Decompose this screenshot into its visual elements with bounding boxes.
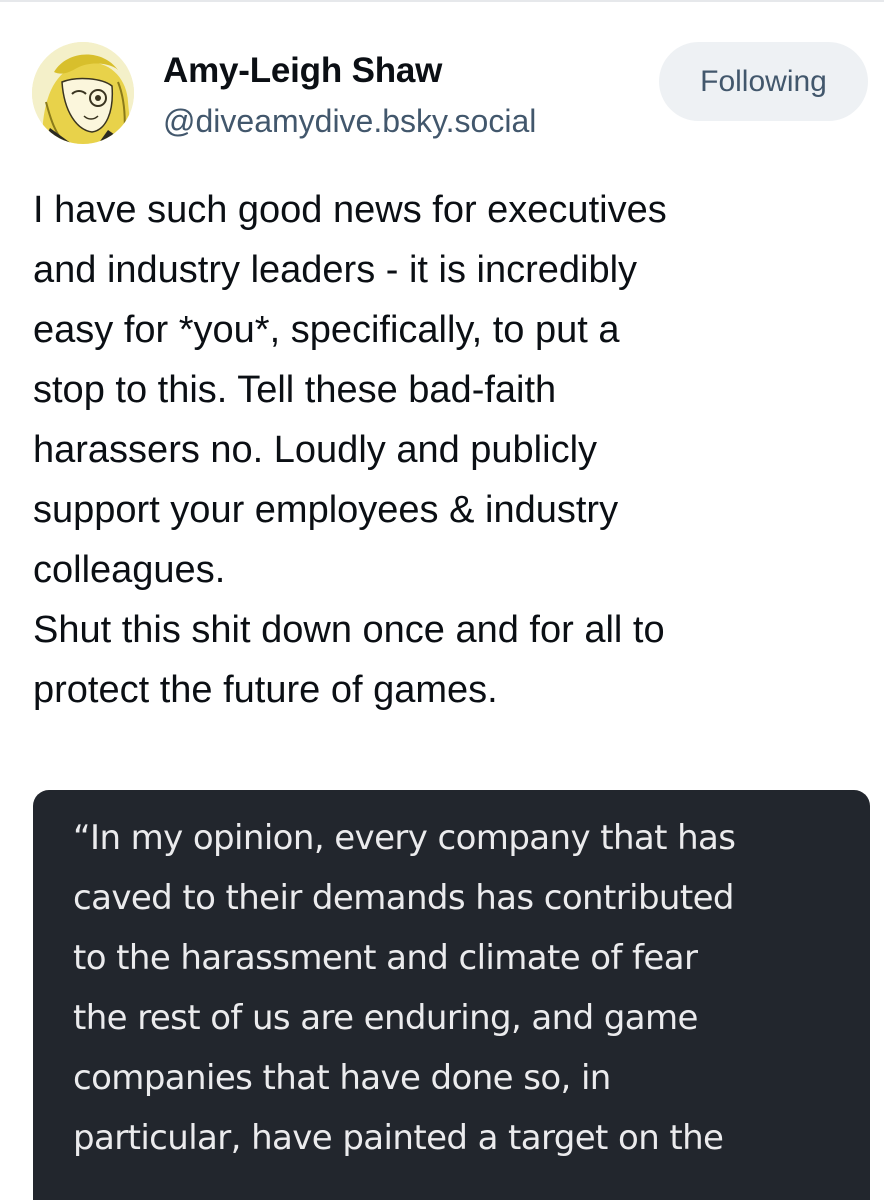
quote-text: “In my opinion, every company that has c…: [73, 808, 863, 1168]
post-text-line: and industry leaders - it is incredibly: [33, 249, 638, 291]
top-divider: [0, 0, 884, 2]
quote-text-line: particular, have painted a target on the: [73, 1118, 724, 1158]
post-text-line: support your employees & industry: [33, 489, 619, 531]
post-text-line: easy for *you*, specifically, to put a: [33, 309, 620, 351]
quoted-image-card[interactable]: “In my opinion, every company that has c…: [33, 790, 870, 1200]
post-text-line: stop to this. Tell these bad-faith: [33, 369, 557, 411]
post-view: Amy-Leigh Shaw @diveamydive.bsky.social …: [0, 0, 884, 1200]
post-text-line: I have such good news for executives: [33, 189, 667, 231]
quote-text-line: caved to their demands has contributed: [73, 878, 735, 918]
author-avatar[interactable]: [32, 42, 134, 144]
quote-text-line: companies that have done so, in: [73, 1058, 611, 1098]
post-text-line: colleagues.: [33, 549, 226, 591]
quote-text-line: “In my opinion, every company that has: [73, 818, 736, 858]
post-text-line: Shut this shit down once and for all to: [33, 609, 665, 651]
quote-text-line: to the harassment and climate of fear: [73, 938, 698, 978]
author-handle[interactable]: @diveamydive.bsky.social: [163, 101, 536, 141]
post-text-line: harassers no. Loudly and publicly: [33, 429, 598, 471]
post-text: I have such good news for executives and…: [33, 180, 853, 720]
author-display-name[interactable]: Amy-Leigh Shaw: [163, 50, 442, 92]
user-avatar-illustration-icon: [32, 42, 134, 144]
quote-text-line: the rest of us are enduring, and game: [73, 998, 698, 1038]
post-text-line: protect the future of games.: [33, 669, 498, 711]
following-button[interactable]: Following: [659, 42, 868, 121]
